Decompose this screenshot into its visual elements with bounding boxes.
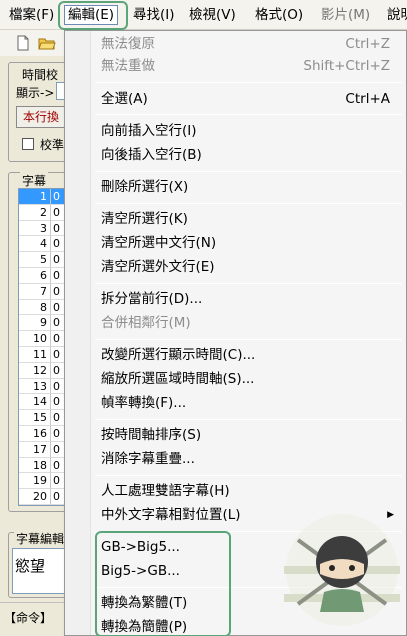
menu-separator	[95, 82, 402, 83]
table-row[interactable]: 11 0	[19, 346, 65, 363]
menu-item-select-all[interactable]: 全選(A) Ctrl+A	[101, 88, 390, 110]
menu-item-scale-timeline[interactable]: 縮放所選區域時間軸(S)...	[101, 368, 390, 390]
subtitle-edit-label: 字幕編輯	[14, 530, 67, 547]
status-text: 【命令】	[4, 611, 53, 625]
table-row[interactable]: 60	[19, 267, 65, 284]
table-row[interactable]: 13 0	[19, 378, 65, 395]
table-row[interactable]: 16 0	[19, 425, 65, 442]
menu-help[interactable]: 說明	[384, 5, 407, 25]
shortcut-undo: Ctrl+Z	[345, 36, 390, 52]
menu-separator	[95, 419, 402, 420]
timing-label: 時間校	[22, 68, 59, 82]
table-row[interactable]: 40	[19, 236, 65, 253]
menu-video[interactable]: 影片(M)	[318, 5, 373, 25]
menu-find[interactable]: 尋找(I)	[130, 5, 178, 25]
table-row[interactable]: 10 0	[19, 331, 65, 347]
subtitle-list-label: 字幕	[20, 172, 49, 189]
shortcut-select-all: Ctrl+A	[345, 91, 390, 107]
row-change-button[interactable]: 本行換	[16, 106, 66, 128]
menu-item-clear-chinese[interactable]: 清空所選中文行(N)	[101, 232, 390, 254]
menu-item-split-line[interactable]: 拆分當前行(D)...	[101, 288, 390, 310]
table-row[interactable]: 20 0	[19, 489, 65, 505]
menu-item-bilingual[interactable]: 人工處理雙語字幕(H)	[101, 480, 390, 502]
menu-separator	[95, 475, 402, 476]
table-row[interactable]: 10	[19, 189, 65, 205]
menu-item-delete-selected[interactable]: 刪除所選行(X)	[101, 176, 390, 198]
menu-item-insert-before[interactable]: 向前插入空行(I)	[101, 120, 390, 142]
subtitle-edit-text: 慾望	[15, 557, 46, 575]
menu-separator	[95, 203, 402, 204]
menu-format[interactable]: 格式(O)	[252, 5, 306, 25]
table-row[interactable]: 50	[19, 252, 65, 268]
table-row[interactable]: 19 0	[19, 473, 65, 490]
table-row[interactable]: 12 0	[19, 362, 65, 379]
table-row[interactable]: 80	[19, 299, 65, 316]
edit-menu-highlight	[58, 1, 128, 30]
menu-separator	[95, 114, 402, 115]
menu-separator	[95, 339, 402, 340]
calibrate-label: 校準	[40, 138, 65, 152]
menu-item-clear-selected[interactable]: 清空所選行(K)	[101, 208, 390, 230]
subtitle-grid[interactable]: 10 20 30 40 50 60 70 80 90 10 0 11 0 12 0 1…	[18, 188, 66, 506]
menu-item-change-display-time[interactable]: 改變所選行顯示時間(C)...	[101, 344, 390, 366]
calibrate-checkbox[interactable]	[22, 138, 34, 150]
menu-file[interactable]: 檔案(F)	[6, 5, 57, 25]
subtitle-edit-textarea[interactable]: 慾望	[12, 548, 66, 594]
new-file-icon[interactable]	[14, 34, 32, 52]
menu-gutter	[65, 31, 91, 635]
menu-item-sort-by-time[interactable]: 按時間軸排序(S)	[101, 424, 390, 446]
menu-item-merge-lines[interactable]: 合併相鄰行(M)	[101, 312, 390, 334]
menu-view[interactable]: 檢視(V)	[186, 5, 239, 25]
table-row[interactable]: 30	[19, 220, 65, 237]
open-folder-icon[interactable]	[38, 34, 56, 52]
menu-item-remove-overlap[interactable]: 消除字幕重疊...	[101, 448, 390, 470]
table-row[interactable]: 15 0	[19, 410, 65, 426]
table-row[interactable]: 18 0	[19, 457, 65, 474]
toolbar	[0, 30, 64, 56]
menu-item-redo[interactable]: 無法重做 Shift+Ctrl+Z	[101, 55, 390, 77]
table-row[interactable]: 90	[19, 315, 65, 332]
menu-separator	[95, 171, 402, 172]
shortcut-redo: Shift+Ctrl+Z	[303, 58, 390, 74]
menu-item-frame-rate[interactable]: 幀率轉換(F)...	[101, 392, 390, 414]
menu-item-undo[interactable]: 無法復原 Ctrl+Z	[101, 33, 390, 55]
table-row[interactable]: 70	[19, 283, 65, 300]
menu-item-insert-after[interactable]: 向後插入空行(B)	[101, 144, 390, 166]
table-row[interactable]: 14 0	[19, 394, 65, 411]
ninja-logo	[278, 504, 406, 632]
menu-item-clear-foreign[interactable]: 清空所選外文行(E)	[101, 256, 390, 278]
display-label: 顯示->	[16, 86, 55, 100]
table-row[interactable]: 17 0	[19, 441, 65, 458]
table-row[interactable]: 20	[19, 204, 65, 221]
menu-separator	[95, 283, 402, 284]
